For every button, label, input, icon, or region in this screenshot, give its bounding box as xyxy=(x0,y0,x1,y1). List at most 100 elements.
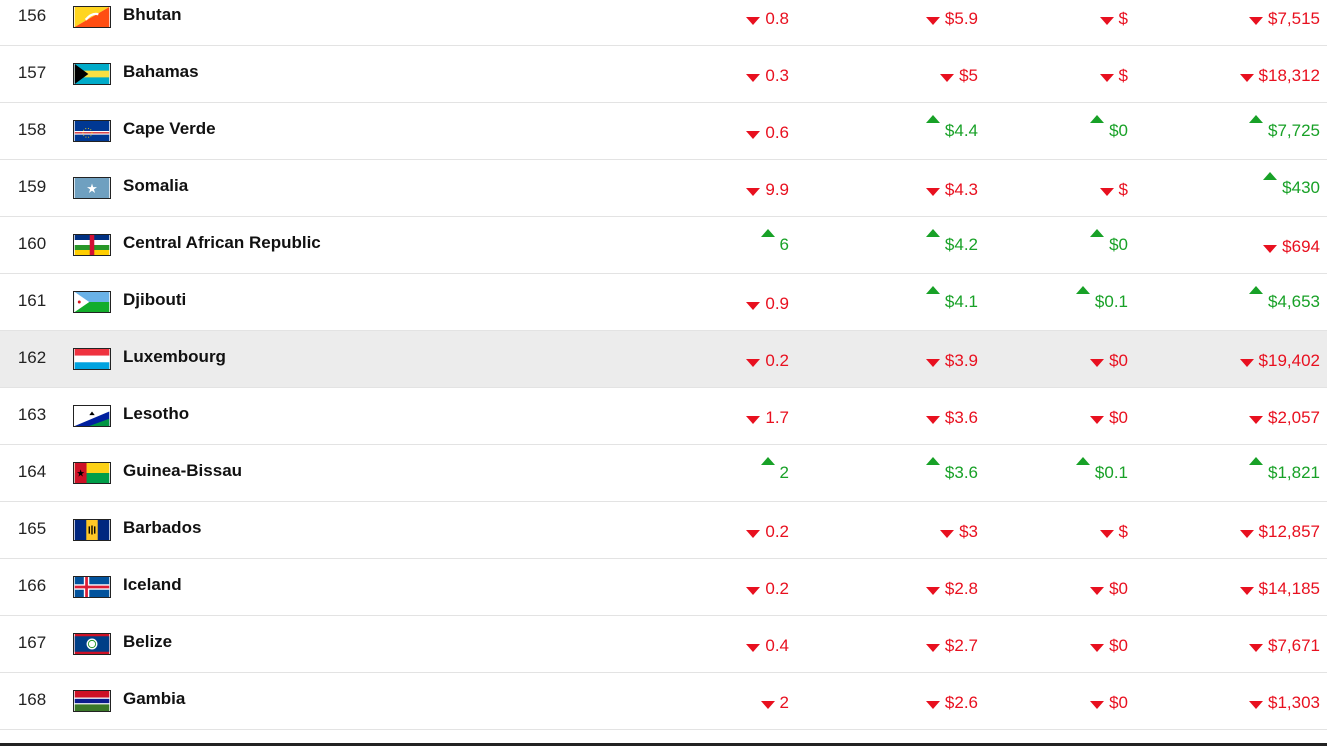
c4-value-cell: $2,057 xyxy=(1249,408,1320,428)
country-name-link[interactable]: Djibouti xyxy=(123,290,186,310)
country-name-link[interactable]: Barbados xyxy=(123,518,201,538)
table-row[interactable]: 164 Guinea-Bissau 2 $3.6 $0.1 $1,821 xyxy=(0,445,1327,502)
cell-value: $4.3 xyxy=(944,180,978,199)
arrow-up-icon xyxy=(925,457,940,465)
c3-value-cell: $ xyxy=(1099,9,1128,29)
arrow-up-icon xyxy=(1263,172,1278,180)
arrow-down-icon xyxy=(1090,700,1105,709)
country-name-link[interactable]: Gambia xyxy=(123,689,185,709)
c4-value-cell: $14,185 xyxy=(1239,579,1320,599)
table-row[interactable]: 160 Central African Republic 6 $4.2 $0 $694 xyxy=(0,217,1327,274)
cell-value: 0.3 xyxy=(765,66,789,85)
arrow-down-icon xyxy=(1090,643,1105,652)
arrow-down-icon xyxy=(1249,16,1263,25)
arrow-down-icon xyxy=(1239,529,1254,538)
arrow-down-icon xyxy=(760,700,775,709)
rank-number: 159 xyxy=(17,177,47,196)
arrow-up-icon xyxy=(1249,457,1263,465)
arrow-down-icon xyxy=(925,586,940,595)
country-name-link[interactable]: Lesotho xyxy=(123,404,189,424)
country-name-link[interactable]: Bahamas xyxy=(123,62,199,82)
c2-value-cell: $3 xyxy=(940,522,978,542)
cell-value: 2 xyxy=(779,463,789,482)
c1-value-cell: 6 xyxy=(760,229,789,255)
c3-value-cell: $ xyxy=(1099,66,1128,86)
arrow-down-icon xyxy=(746,529,761,538)
table-row[interactable]: 166 Iceland 0.2 $2.8 $0 $14,185 xyxy=(0,559,1327,616)
c2-value-cell: $4.2 xyxy=(925,229,978,255)
cell-value: 0.2 xyxy=(765,351,789,370)
arrow-up-icon xyxy=(925,286,940,294)
flag-bahamas-icon xyxy=(73,63,111,85)
table-row[interactable]: 163 Lesotho 1.7 $3.6 $0 $2,057 xyxy=(0,388,1327,445)
c4-value-cell: $430 xyxy=(1263,172,1320,198)
arrow-up-icon xyxy=(1075,286,1090,294)
country-name-link[interactable]: Cape Verde xyxy=(123,119,216,139)
c3-value-cell: $ xyxy=(1099,522,1128,542)
arrow-down-icon xyxy=(746,130,761,139)
arrow-down-icon xyxy=(1263,244,1278,253)
table-row[interactable]: 162 Luxembourg 0.2 $3.9 $0 $19,402 xyxy=(0,331,1327,388)
cell-value: $5.9 xyxy=(944,9,978,28)
country-name-link[interactable]: Luxembourg xyxy=(123,347,226,367)
cell-value: $4.4 xyxy=(944,121,978,140)
country-name-link[interactable]: Central African Republic xyxy=(123,233,321,253)
cell-value: $2.6 xyxy=(944,693,978,712)
country-name-link[interactable]: Bhutan xyxy=(123,5,182,25)
arrow-down-icon xyxy=(925,16,940,25)
cell-value: $0.1 xyxy=(1094,292,1128,311)
c1-value-cell: 0.3 xyxy=(746,66,789,86)
table-row[interactable]: 159 Somalia 9.9 $4.3 $ $430 xyxy=(0,160,1327,217)
table-row[interactable]: 156 Bhutan 0.8 $5.9 $ $7,515 xyxy=(0,0,1327,46)
c4-value-cell: $694 xyxy=(1263,237,1320,257)
country-name-link[interactable]: Belize xyxy=(123,632,172,652)
c3-value-cell: $0 xyxy=(1090,115,1128,141)
c2-value-cell: $2.7 xyxy=(925,636,978,656)
arrow-down-icon xyxy=(925,187,940,196)
flag-guinea-bissau-icon xyxy=(73,462,111,484)
arrow-down-icon xyxy=(1249,415,1263,424)
arrow-down-icon xyxy=(1099,16,1114,25)
rank-number: 168 xyxy=(17,690,47,709)
arrow-down-icon xyxy=(746,415,761,424)
flag-belize-icon xyxy=(73,633,111,655)
c3-value-cell: $0 xyxy=(1090,351,1128,371)
c3-value-cell: $0.1 xyxy=(1075,286,1128,312)
cell-value: $ xyxy=(1118,522,1128,541)
country-name-link[interactable]: Iceland xyxy=(123,575,182,595)
table-row[interactable]: 168 Gambia 2 $2.6 $0 $1,303 xyxy=(0,673,1327,730)
table-row[interactable]: 167 Belize 0.4 $2.7 $0 $7,671 xyxy=(0,616,1327,673)
cell-value: $3.9 xyxy=(944,351,978,370)
arrow-down-icon xyxy=(1239,73,1254,82)
c2-value-cell: $2.8 xyxy=(925,579,978,599)
cell-value: $0 xyxy=(1109,636,1128,655)
cell-value: 0.9 xyxy=(765,294,789,313)
c2-value-cell: $4.3 xyxy=(925,180,978,200)
c2-value-cell: $2.6 xyxy=(925,693,978,713)
cell-value: $2.8 xyxy=(944,579,978,598)
cell-value: $2.7 xyxy=(944,636,978,655)
c4-value-cell: $4,653 xyxy=(1249,286,1320,312)
cell-value: $4.1 xyxy=(944,292,978,311)
table-row[interactable]: 161 Djibouti 0.9 $4.1 $0.1 $4,653 xyxy=(0,274,1327,331)
table-row[interactable]: 157 Bahamas 0.3 $5 $ $18,312 xyxy=(0,46,1327,103)
c4-value-cell: $7,725 xyxy=(1249,115,1320,141)
arrow-up-icon xyxy=(1090,115,1105,123)
country-name-link[interactable]: Guinea-Bissau xyxy=(123,461,242,481)
arrow-down-icon xyxy=(1099,529,1114,538)
flag-djibouti-icon xyxy=(73,291,111,313)
cell-value: $2,057 xyxy=(1268,408,1320,427)
country-name-link[interactable]: Somalia xyxy=(123,176,188,196)
flag-iceland-icon xyxy=(73,576,111,598)
arrow-down-icon xyxy=(1239,358,1254,367)
c1-value-cell: 0.6 xyxy=(746,123,789,143)
arrow-down-icon xyxy=(925,358,940,367)
c3-value-cell: $0 xyxy=(1090,636,1128,656)
c3-value-cell: $0.1 xyxy=(1075,457,1128,483)
arrow-up-icon xyxy=(1075,457,1090,465)
table-row[interactable]: 165 Barbados 0.2 $3 $ $12,857 xyxy=(0,502,1327,559)
table-row[interactable]: 158 Cape Verde 0.6 $4.4 $0 $7,725 xyxy=(0,103,1327,160)
cell-value: $7,671 xyxy=(1268,636,1320,655)
c4-value-cell: $19,402 xyxy=(1239,351,1320,371)
c4-value-cell: $18,312 xyxy=(1239,66,1320,86)
